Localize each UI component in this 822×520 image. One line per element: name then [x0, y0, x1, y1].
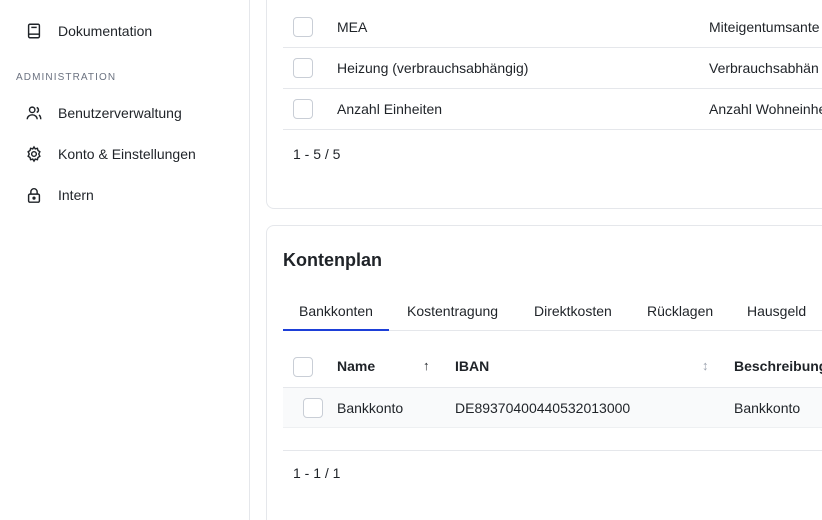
- select-all-checkbox[interactable]: [293, 357, 313, 377]
- row-checkbox[interactable]: [293, 17, 313, 37]
- row-checkbox[interactable]: [293, 58, 313, 78]
- table-row[interactable]: Bankkonto DE89370400440532013000 Bankkon…: [283, 388, 822, 428]
- table-row[interactable]: Heizung (verbrauchsabhängig) Verbrauchsa…: [283, 48, 822, 89]
- table-row[interactable]: MEA Miteigentumsante: [283, 7, 822, 48]
- sidebar-item-label: Konto & Einstellungen: [58, 146, 196, 162]
- section-label-administration: ADMINISTRATION: [16, 72, 117, 83]
- tab-bar: Bankkonten Kostentragung Direktkosten Rü…: [283, 296, 822, 331]
- row-name: Heizung (verbrauchsabhängig): [337, 60, 529, 76]
- table-header: Name ↑ IBAN ↕ Beschreibung: [283, 346, 822, 388]
- column-header-name[interactable]: Name: [337, 358, 375, 374]
- row-name: Bankkonto: [337, 400, 404, 416]
- sidebar-item-konto-einstellungen[interactable]: Konto & Einstellungen: [16, 139, 196, 169]
- row-description: Miteigentumsante: [709, 19, 820, 35]
- table-divider: [283, 450, 822, 451]
- gear-icon: [24, 144, 44, 164]
- pagination-info: 1 - 5 / 5: [293, 146, 341, 162]
- sidebar-item-dokumentation[interactable]: Dokumentation: [16, 16, 152, 46]
- sidebar-item-label: Intern: [58, 187, 94, 203]
- row-description: Anzahl Wohneinhe: [709, 101, 822, 117]
- book-icon: [24, 21, 44, 41]
- sidebar: Dokumentation ADMINISTRATION Benutzerver…: [0, 0, 250, 520]
- card-title: Kontenplan: [283, 250, 382, 270]
- row-name: MEA: [337, 19, 368, 35]
- tab-kostentragung[interactable]: Kostentragung: [391, 296, 514, 331]
- sort-unsorted-icon[interactable]: ↕: [702, 358, 709, 373]
- sort-ascending-icon[interactable]: ↑: [423, 358, 430, 373]
- sidebar-item-benutzerverwaltung[interactable]: Benutzerverwaltung: [16, 98, 182, 128]
- tab-hausgeld[interactable]: Hausgeld: [731, 296, 822, 331]
- users-icon: [24, 103, 44, 123]
- row-checkbox[interactable]: [303, 398, 323, 418]
- tab-direktkosten[interactable]: Direktkosten: [518, 296, 628, 331]
- tab-bankkonten[interactable]: Bankkonten: [283, 296, 389, 331]
- row-name: Anzahl Einheiten: [337, 101, 443, 117]
- tab-ruecklagen[interactable]: Rücklagen: [631, 296, 729, 331]
- distribution-keys-card: MEA Miteigentumsante Heizung (verbrauchs…: [266, 0, 822, 209]
- sidebar-item-intern[interactable]: Intern: [16, 180, 94, 210]
- row-description: Bankkonto: [734, 400, 801, 416]
- sidebar-item-label: Dokumentation: [58, 23, 153, 39]
- column-header-description[interactable]: Beschreibung: [734, 358, 822, 374]
- row-iban: DE89370400440532013000: [455, 400, 631, 416]
- sidebar-item-label: Benutzerverwaltung: [58, 105, 182, 121]
- lock-icon: [24, 185, 44, 205]
- row-description: Verbrauchsabhän: [709, 60, 819, 76]
- table-row[interactable]: Anzahl Einheiten Anzahl Wohneinhe: [283, 89, 822, 130]
- kontenplan-card: Kontenplan Bankkonten Kostentragung Dire…: [266, 225, 822, 520]
- main-content: MEA Miteigentumsante Heizung (verbrauchs…: [250, 0, 822, 520]
- column-header-iban[interactable]: IBAN: [455, 358, 489, 374]
- pagination-info: 1 - 1 / 1: [293, 465, 341, 481]
- row-checkbox[interactable]: [293, 99, 313, 119]
